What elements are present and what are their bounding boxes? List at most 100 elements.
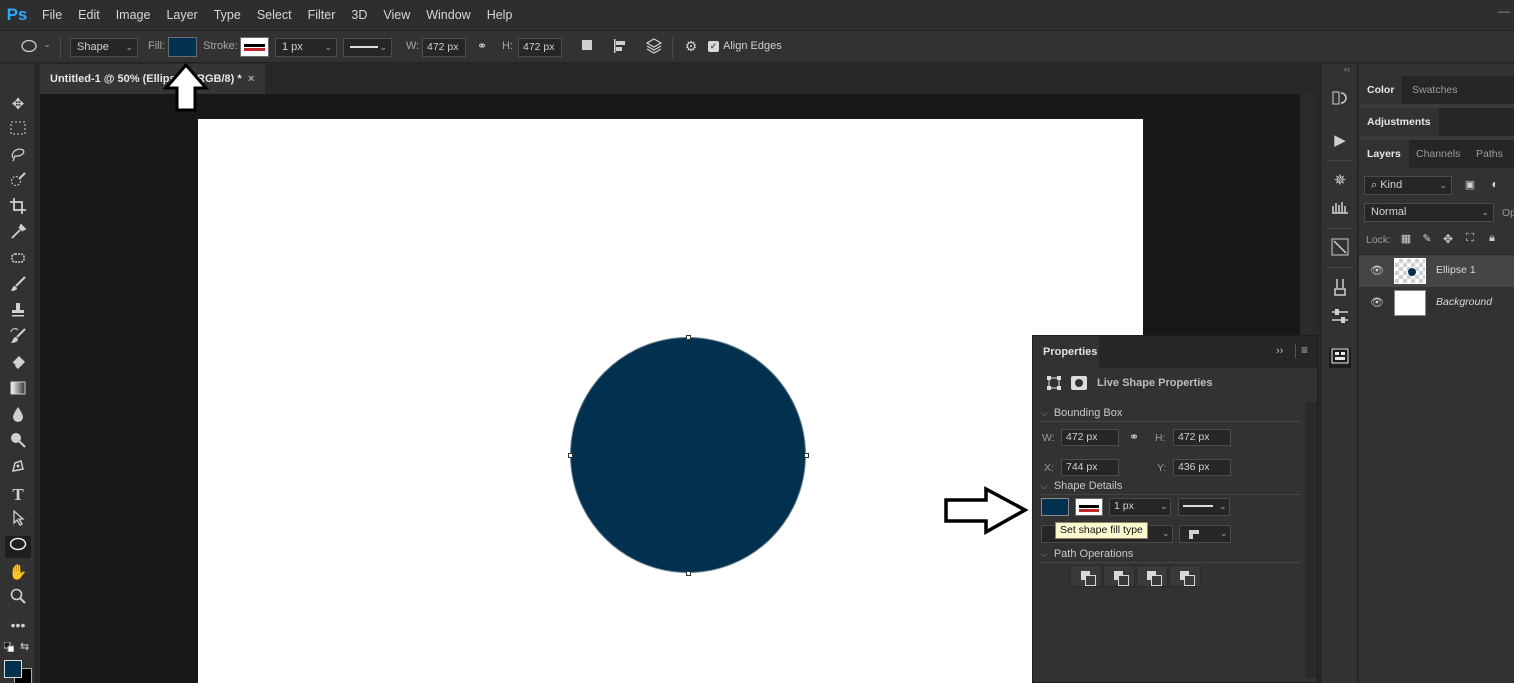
- minimize-icon[interactable]: —: [1498, 4, 1510, 18]
- dodge-icon[interactable]: [5, 432, 31, 454]
- fill-swatch[interactable]: [168, 37, 197, 57]
- link-icon[interactable]: ⚭: [473, 39, 491, 53]
- shape-fill-swatch[interactable]: [1041, 498, 1069, 516]
- layer-row[interactable]: 👁︎ Ellipse 1: [1359, 255, 1514, 287]
- transform-handle-top[interactable]: [686, 335, 691, 340]
- stroke-type-select[interactable]: ⌄: [343, 38, 392, 57]
- gear-icon[interactable]: ⚙: [681, 38, 701, 55]
- collapse-panel-icon[interactable]: ››: [1276, 345, 1283, 357]
- combine-shapes-icon[interactable]: [1070, 565, 1102, 587]
- brushes-icon[interactable]: [1329, 200, 1351, 220]
- height-input[interactable]: 472 px: [518, 38, 562, 57]
- path-operations-icon[interactable]: [578, 39, 596, 54]
- tab-layers[interactable]: Layers: [1359, 140, 1409, 168]
- tab-channels[interactable]: Channels: [1408, 140, 1468, 168]
- history-icon[interactable]: [1329, 89, 1351, 109]
- menu-3d[interactable]: 3D: [343, 0, 375, 30]
- filter-adjustment-icon[interactable]: ◐: [1487, 177, 1503, 191]
- tab-swatches[interactable]: Swatches: [1404, 76, 1466, 104]
- preset-chevron-down-icon[interactable]: ⌄: [41, 39, 53, 50]
- eraser-icon[interactable]: [5, 354, 31, 376]
- crop-icon[interactable]: [5, 198, 31, 220]
- lock-pixels-icon[interactable]: ✎: [1420, 232, 1434, 245]
- tool-mode-select[interactable]: Shape ⌄: [70, 38, 138, 57]
- bbox-x-input[interactable]: 744 px: [1061, 459, 1119, 476]
- bbox-y-input[interactable]: 436 px: [1173, 459, 1231, 476]
- menu-select[interactable]: Select: [249, 0, 300, 30]
- tab-color[interactable]: Color: [1359, 76, 1403, 104]
- transform-handle-bottom[interactable]: [686, 571, 691, 576]
- tab-paths[interactable]: Paths: [1468, 140, 1511, 168]
- shape-details-section[interactable]: ⌵ Shape Details: [1041, 480, 1122, 492]
- bounding-box-section[interactable]: ⌵ Bounding Box: [1041, 407, 1122, 419]
- brush-icon[interactable]: [5, 276, 31, 298]
- blend-mode-select[interactable]: Normal ⌄: [1364, 203, 1494, 222]
- swap-colors-icon[interactable]: ⇆: [20, 640, 29, 653]
- visibility-eye-icon[interactable]: 👁︎: [1370, 296, 1384, 309]
- link-icon[interactable]: ⚭: [1129, 430, 1139, 444]
- more-icon[interactable]: •••: [5, 614, 31, 636]
- bbox-height-input[interactable]: 472 px: [1173, 429, 1231, 446]
- lasso-icon[interactable]: [5, 146, 31, 168]
- shape-stroke-width-input[interactable]: 1 px ⌄: [1109, 498, 1171, 516]
- ellipse-icon[interactable]: [5, 536, 31, 558]
- path-arrangement-icon[interactable]: [643, 38, 665, 57]
- width-input[interactable]: 472 px: [422, 38, 466, 57]
- menu-view[interactable]: View: [375, 0, 418, 30]
- menu-type[interactable]: Type: [206, 0, 249, 30]
- gradient-icon[interactable]: [5, 380, 31, 402]
- shape-stroke-type-select[interactable]: ⌄: [1178, 498, 1230, 516]
- path-alignment-icon[interactable]: [610, 38, 630, 57]
- lock-transparent-icon[interactable]: ▦: [1399, 232, 1413, 245]
- stroke-swatch[interactable]: [240, 37, 269, 57]
- history-brush-icon[interactable]: [5, 328, 31, 350]
- stamp-icon[interactable]: [5, 302, 31, 324]
- properties-tab[interactable]: Properties: [1033, 336, 1099, 368]
- menu-image[interactable]: Image: [108, 0, 159, 30]
- clone-source-icon[interactable]: [1329, 238, 1351, 258]
- bbox-width-input[interactable]: 472 px: [1061, 429, 1119, 446]
- layer-filter-kind-select[interactable]: ⌕ Kind ⌄: [1364, 176, 1452, 195]
- healing-brush-icon[interactable]: [5, 250, 31, 272]
- shape-stroke-swatch[interactable]: [1075, 498, 1103, 516]
- menu-window[interactable]: Window: [418, 0, 478, 30]
- default-colors-icon[interactable]: [3, 641, 15, 653]
- lock-artboard-icon[interactable]: ⛶: [1463, 232, 1477, 245]
- menu-edit[interactable]: Edit: [70, 0, 108, 30]
- mask-icon[interactable]: [1071, 376, 1087, 390]
- foreground-color-swatch[interactable]: [4, 660, 22, 678]
- pen-icon[interactable]: [5, 458, 31, 480]
- layer-row[interactable]: 👁︎ Background: [1359, 287, 1514, 319]
- stroke-width-input[interactable]: 1 px ⌄: [275, 38, 337, 57]
- zoom-icon[interactable]: [5, 588, 31, 610]
- tab-adjustments[interactable]: Adjustments: [1359, 108, 1439, 136]
- move-icon[interactable]: ✥: [5, 94, 31, 116]
- stroke-corner-select[interactable]: ⌄: [1179, 525, 1231, 543]
- subtract-front-shape-icon[interactable]: [1103, 565, 1135, 587]
- transform-handle-left[interactable]: [568, 453, 573, 458]
- ellipse-shape[interactable]: [570, 337, 806, 573]
- brush-settings-icon[interactable]: ✵: [1329, 171, 1351, 191]
- marquee-icon[interactable]: [5, 120, 31, 142]
- lock-position-icon[interactable]: ✥: [1441, 232, 1455, 246]
- exclude-overlap-icon[interactable]: [1169, 565, 1201, 587]
- panel-menu-icon[interactable]: ≡: [1301, 343, 1308, 357]
- quick-select-icon[interactable]: [5, 172, 31, 194]
- path-operations-section[interactable]: ⌵ Path Operations: [1041, 548, 1133, 560]
- tool-presets-icon[interactable]: [1329, 278, 1351, 298]
- document-tab[interactable]: Untitled-1 @ 50% (Ellipse 1, RGB/8) * ×: [40, 64, 265, 94]
- align-edges-checkbox[interactable]: ✓: [708, 41, 719, 52]
- lock-all-icon[interactable]: 🔒︎: [1485, 232, 1499, 245]
- menu-filter[interactable]: Filter: [300, 0, 344, 30]
- hand-icon[interactable]: ✋: [5, 562, 31, 584]
- properties-scrollbar[interactable]: [1305, 402, 1317, 678]
- transform-handle-right[interactable]: [804, 453, 809, 458]
- path-select-icon[interactable]: [5, 509, 31, 532]
- ellipse-tool-preset-icon[interactable]: [18, 39, 40, 56]
- filter-pixel-icon[interactable]: ▣: [1462, 178, 1478, 191]
- expand-panels-icon[interactable]: ‹‹: [1344, 64, 1350, 74]
- play-actions-icon[interactable]: ▶: [1329, 131, 1351, 151]
- close-icon[interactable]: ×: [248, 64, 254, 94]
- menu-file[interactable]: File: [34, 0, 70, 30]
- properties-adjust-icon[interactable]: [1329, 308, 1351, 328]
